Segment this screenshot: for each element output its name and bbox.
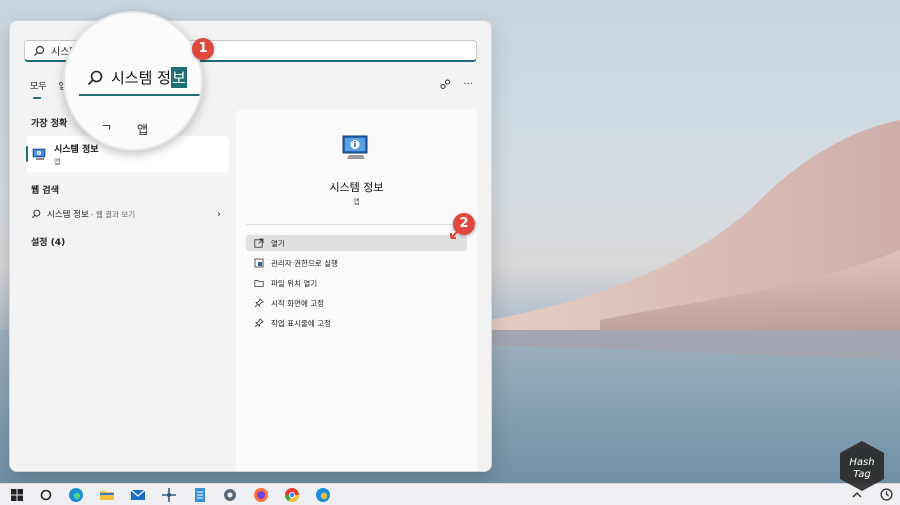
search-icon[interactable] bbox=[38, 487, 54, 503]
zoomed-app-label: 앱 bbox=[137, 123, 149, 137]
section-settings[interactable]: 설정 (4) bbox=[31, 235, 65, 248]
detail-type: 앱 bbox=[353, 198, 360, 206]
search-icon bbox=[31, 209, 41, 219]
notepad-icon[interactable] bbox=[192, 487, 208, 503]
windows-start-icon[interactable] bbox=[9, 487, 25, 503]
system-info-large-icon bbox=[342, 135, 368, 159]
mail-icon[interactable] bbox=[130, 487, 146, 503]
hashtag-watermark-logo: Hash Tag bbox=[840, 441, 884, 491]
section-best-match: 가장 정확 bbox=[31, 119, 68, 129]
pin-icon bbox=[254, 298, 264, 308]
system-info-app-icon bbox=[32, 148, 46, 160]
edge-canary-icon[interactable] bbox=[315, 487, 331, 503]
action-label: 파일 위치 열기 bbox=[271, 278, 318, 288]
action-open-file-location[interactable]: 파일 위치 열기 bbox=[246, 275, 467, 291]
folder-icon bbox=[254, 280, 264, 287]
action-run-as-admin[interactable]: 관리자 권한으로 실행 bbox=[246, 255, 467, 271]
zoomed-typed-text: 시스템 정 bbox=[111, 69, 171, 87]
step-badge-1: 1 bbox=[192, 38, 214, 60]
chrome-icon[interactable] bbox=[284, 487, 300, 503]
move-icon[interactable] bbox=[161, 487, 177, 503]
watermark-line1: Hash bbox=[849, 457, 874, 468]
tab-all[interactable]: 모두 bbox=[30, 79, 47, 99]
watermark-line2: Tag bbox=[853, 469, 871, 480]
best-match-subtitle: 앱 bbox=[54, 157, 61, 166]
action-pin-to-taskbar[interactable]: 작업 표시줄에 고정 bbox=[246, 315, 467, 331]
action-label: 열기 bbox=[271, 238, 285, 248]
action-pin-to-start[interactable]: 시작 화면에 고정 bbox=[246, 295, 467, 311]
best-match-title: 시스템 정보 bbox=[54, 144, 99, 155]
web-search-query: 시스템 정보 bbox=[47, 210, 89, 220]
search-icon bbox=[34, 45, 45, 56]
filter-tabs: 모두 앱 bbox=[30, 79, 67, 99]
taskbar bbox=[0, 483, 900, 505]
action-label: 시작 화면에 고정 bbox=[271, 298, 325, 308]
zoomed-search: 시스템 정보 bbox=[87, 67, 187, 88]
web-search-result[interactable]: 시스템 정보 - 웹 결과 보기 › bbox=[31, 206, 221, 222]
web-search-suffix: - 웹 결과 보기 bbox=[90, 209, 136, 219]
chevron-right-icon: › bbox=[217, 208, 221, 220]
pointer-arrow-icon bbox=[450, 228, 461, 239]
action-label: 관리자 권한으로 실행 bbox=[271, 258, 338, 268]
shield-icon bbox=[254, 258, 264, 268]
search-icon bbox=[87, 70, 103, 85]
pin-icon bbox=[254, 318, 264, 328]
open-icon bbox=[254, 238, 264, 248]
action-label: 작업 표시줄에 고정 bbox=[271, 318, 331, 328]
share-icon[interactable] bbox=[440, 79, 451, 90]
settings-gear-icon[interactable] bbox=[222, 487, 238, 503]
magnifier-callout: 시스템 정보 ᄀ 앱 bbox=[63, 11, 203, 151]
file-explorer-icon[interactable] bbox=[99, 487, 115, 503]
zoomed-partial-letter: ᄀ bbox=[101, 123, 113, 137]
top-right-icons: ··· bbox=[440, 79, 473, 90]
edge-icon[interactable] bbox=[68, 487, 84, 503]
zoomed-underline bbox=[79, 94, 201, 96]
more-icon[interactable]: ··· bbox=[463, 79, 473, 90]
divider bbox=[246, 224, 467, 225]
firefox-icon[interactable] bbox=[253, 487, 269, 503]
detail-panel: 시스템 정보 앱 열기 관리자 권한으로 실행 파일 위치 열기 시작 화면에 … bbox=[236, 109, 477, 471]
section-web-search: 웹 검색 bbox=[31, 186, 59, 196]
zoomed-selected-text: 보 bbox=[170, 67, 187, 88]
detail-title: 시스템 정보 bbox=[329, 181, 384, 194]
action-open[interactable]: 열기 bbox=[246, 235, 467, 251]
